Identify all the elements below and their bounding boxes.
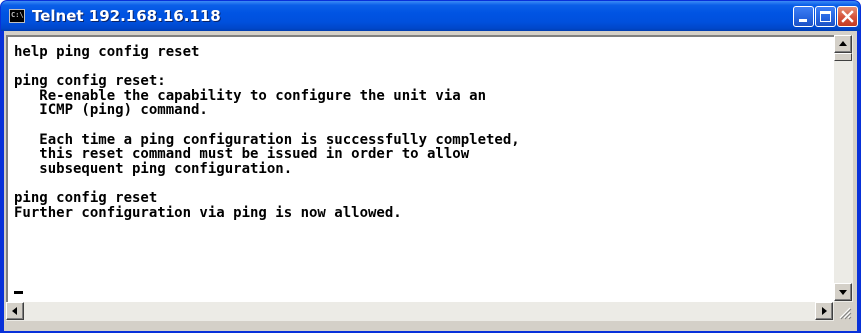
scroll-right-button[interactable] (815, 302, 833, 320)
title-bar[interactable]: C:\ Telnet 192.168.16.118 (1, 1, 860, 31)
terminal-line: Further configuration via ping is now al… (14, 204, 402, 221)
terminal-text: help ping config reset ping config reset… (14, 45, 520, 235)
arrow-right-icon (822, 307, 827, 315)
resize-grip[interactable] (834, 302, 853, 321)
terminal-output[interactable]: help ping config reset ping config reset… (6, 35, 834, 302)
terminal-line: subsequent ping configuration. (14, 160, 293, 177)
scroll-up-button[interactable] (834, 35, 852, 53)
minimize-button[interactable] (793, 6, 814, 27)
terminal-line: ping config reset: (14, 73, 166, 90)
minimize-icon (799, 19, 807, 22)
close-icon (841, 10, 854, 23)
window-title: Telnet 192.168.16.118 (32, 7, 221, 25)
terminal-line: this reset command must be issued in ord… (14, 146, 470, 163)
arrow-left-icon (12, 307, 17, 315)
telnet-window: C:\ Telnet 192.168.16.118 help ping conf… (0, 0, 861, 333)
horizontal-scrollbar[interactable] (6, 302, 834, 321)
terminal-line: Each time a ping configuration is succes… (14, 131, 520, 148)
terminal-line: Re-enable the capability to configure th… (14, 87, 487, 104)
vertical-scrollbar[interactable] (834, 35, 853, 302)
maximize-icon (820, 11, 831, 22)
window-client-area: help ping config reset ping config reset… (4, 31, 857, 331)
console-window-icon[interactable]: C:\ (9, 9, 25, 23)
vertical-scroll-thumb[interactable] (834, 53, 852, 61)
terminal-line: ping config reset (14, 189, 158, 206)
scroll-left-button[interactable] (6, 302, 24, 320)
terminal-line: ICMP (ping) command. (14, 102, 208, 119)
text-cursor (14, 291, 23, 294)
resize-grip-icon (839, 307, 852, 320)
console-icon-text: C:\ (11, 11, 24, 19)
scroll-down-button[interactable] (834, 283, 852, 301)
terminal-line: help ping config reset (14, 44, 200, 60)
close-button[interactable] (837, 6, 858, 27)
arrow-up-icon (839, 41, 847, 46)
arrow-down-icon (839, 290, 847, 295)
maximize-button[interactable] (815, 6, 836, 27)
